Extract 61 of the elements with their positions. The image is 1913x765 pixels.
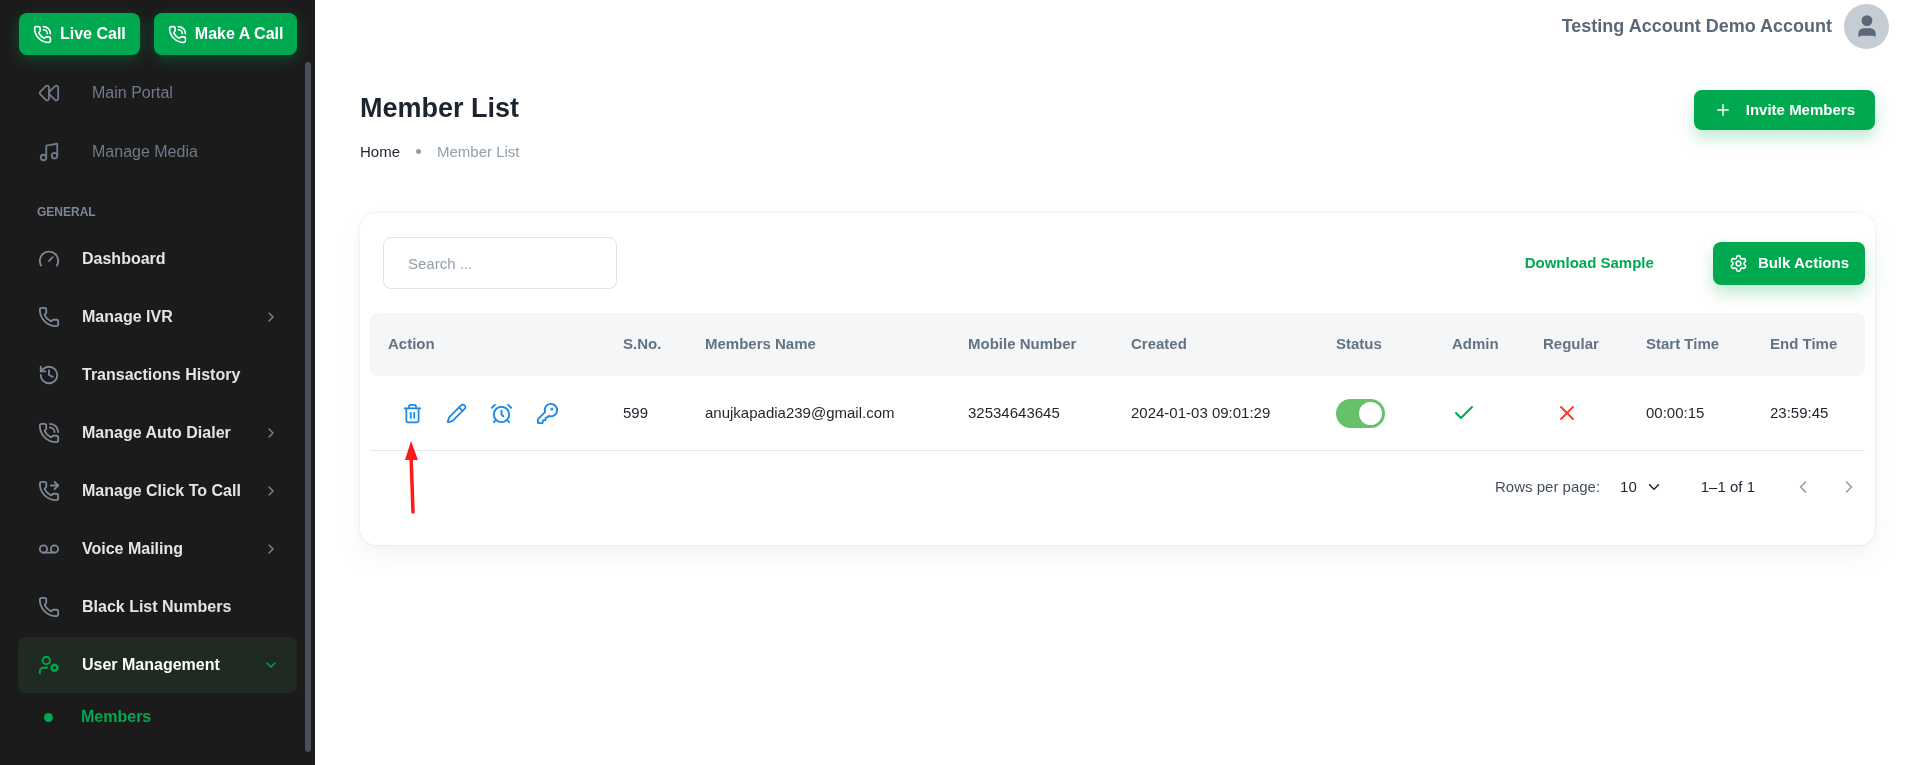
alarm-clock-icon[interactable] bbox=[490, 401, 513, 425]
table-cell-text: 23:59:45 bbox=[1770, 402, 1830, 423]
trash-icon[interactable] bbox=[402, 402, 423, 424]
sidebar-item[interactable]: Transactions History bbox=[18, 347, 297, 403]
sidebar-item[interactable]: Manage IVR bbox=[18, 289, 297, 345]
column-header: S.No. bbox=[623, 334, 663, 355]
search-field[interactable]: Search ... bbox=[383, 237, 617, 289]
item-label: Dashboard bbox=[82, 249, 167, 269]
item-label: Voice Mailing bbox=[82, 539, 185, 559]
item-label: Black List Numbers bbox=[82, 597, 233, 617]
sidebar-item[interactable]: Manage Click To Call bbox=[18, 463, 297, 519]
page-title: Member List bbox=[360, 92, 520, 125]
table-cell-text: 00:00:15 bbox=[1646, 402, 1706, 423]
column-header: Regular bbox=[1543, 334, 1600, 355]
column-header: Created bbox=[1131, 334, 1188, 355]
table-cell-text: 2024-01-03 09:01:29 bbox=[1131, 402, 1272, 423]
section-label: GENERAL bbox=[36, 204, 97, 221]
phone-forward-icon bbox=[38, 480, 60, 502]
key-icon[interactable] bbox=[536, 401, 559, 425]
phone-call-icon bbox=[33, 24, 52, 44]
rows-per-page-select[interactable]: 10 bbox=[1620, 475, 1663, 499]
sidebar-item[interactable]: Dashboard bbox=[18, 231, 297, 287]
status-toggle[interactable] bbox=[1336, 398, 1385, 428]
item-label: Manage Click To Call bbox=[82, 481, 242, 501]
user-name: Testing Account Demo Account bbox=[1561, 14, 1832, 38]
sidebar-item[interactable]: Black List Numbers bbox=[18, 579, 297, 635]
column-header: End Time bbox=[1770, 334, 1839, 355]
phone-call-icon bbox=[38, 422, 60, 444]
phone-icon bbox=[38, 306, 60, 328]
column-header: Status bbox=[1336, 334, 1383, 355]
history-icon bbox=[38, 364, 60, 386]
scrollbar[interactable] bbox=[305, 62, 311, 752]
rows-per-page-label: Rows per page: bbox=[1495, 476, 1601, 497]
sidebar-item[interactable]: Manage Auto Dialer bbox=[18, 405, 297, 461]
column-header: Action bbox=[388, 334, 436, 355]
gear-icon bbox=[1728, 253, 1748, 273]
column-header: Members Name bbox=[705, 334, 817, 355]
table-cell-text: anujkapadia239@gmail.com bbox=[705, 402, 896, 423]
submenu-item[interactable]: Members bbox=[0, 695, 297, 739]
item-label: Manage Auto Dialer bbox=[82, 423, 232, 443]
sidebar-link[interactable]: Main Portal bbox=[0, 63, 297, 122]
phone-icon bbox=[38, 596, 60, 618]
page-range: 1–1 of 1 bbox=[1700, 476, 1755, 497]
column-header: Admin bbox=[1452, 334, 1500, 355]
table-cell-text: 32534643645 bbox=[968, 402, 1061, 423]
user-gear-icon bbox=[38, 654, 60, 676]
phone-call-icon bbox=[167, 24, 187, 44]
music-note-icon bbox=[38, 140, 60, 163]
table-cell-text: 599 bbox=[623, 402, 650, 423]
breadcrumb[interactable]: Home bbox=[360, 140, 400, 163]
column-header: Start Time bbox=[1646, 334, 1721, 355]
sidebar-item[interactable]: User Management bbox=[18, 637, 297, 693]
pencil-icon[interactable] bbox=[446, 402, 467, 424]
item-label: Manage IVR bbox=[82, 307, 174, 327]
sidebar-link[interactable]: Manage Media bbox=[0, 122, 297, 181]
item-label: User Management bbox=[82, 655, 221, 675]
avatar[interactable] bbox=[1844, 3, 1889, 49]
item-label: Transactions History bbox=[82, 365, 242, 385]
sidebar-item[interactable]: Voice Mailing bbox=[18, 521, 297, 577]
breadcrumb: Member List bbox=[437, 141, 520, 162]
column-header: Mobile Number bbox=[968, 334, 1078, 355]
